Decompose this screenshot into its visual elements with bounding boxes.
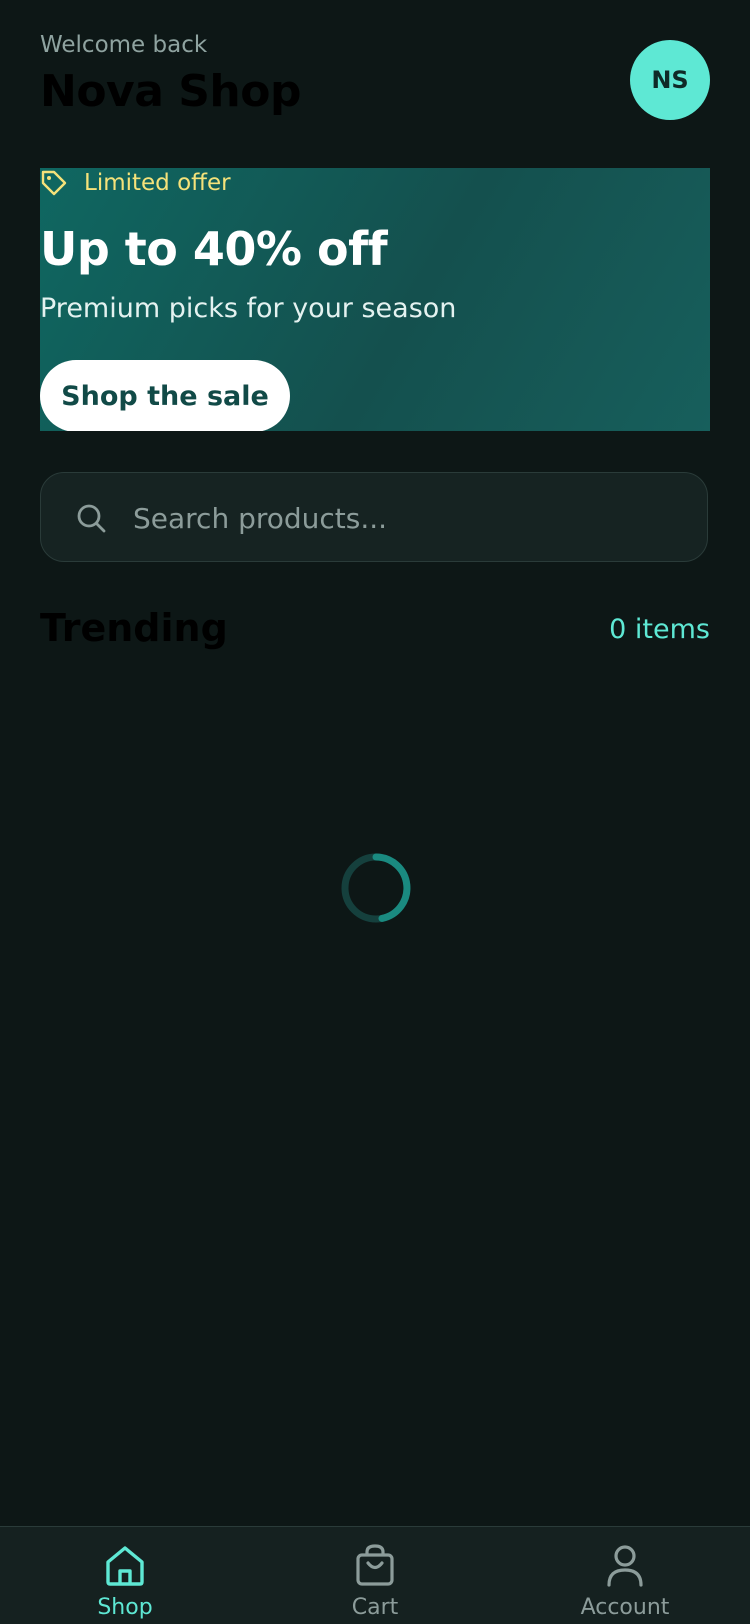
trending-item-count: 0 items xyxy=(609,614,710,645)
nav-item-account[interactable]: Account xyxy=(500,1527,750,1624)
nav-label-cart: Cart xyxy=(351,1595,399,1620)
bottom-nav: Shop Cart Account xyxy=(0,1526,750,1624)
banner-subtitle: Premium picks for your season xyxy=(40,293,457,324)
shop-sale-button[interactable]: Shop the sale xyxy=(40,360,290,431)
shopping-bag-icon xyxy=(356,1544,394,1586)
banner-title: Up to 40% off xyxy=(40,222,388,276)
greeting-text: Welcome back xyxy=(40,32,208,58)
nav-label-shop: Shop xyxy=(97,1595,153,1620)
header: Welcome back Nova Shop NS xyxy=(40,30,710,130)
loading-spinner xyxy=(341,853,411,923)
avatar[interactable]: NS xyxy=(630,40,710,120)
user-icon xyxy=(607,1545,643,1587)
offer-label: Limited offer xyxy=(84,170,231,196)
nav-label-account: Account xyxy=(580,1595,670,1620)
promo-banner: Limited offer Up to 40% off Premium pick… xyxy=(40,168,710,431)
shop-title: Nova Shop xyxy=(40,66,301,117)
nav-item-shop[interactable]: Shop xyxy=(0,1527,250,1624)
tag-icon xyxy=(41,170,67,196)
trending-title: Trending xyxy=(40,606,228,650)
nav-item-cart[interactable]: Cart xyxy=(250,1527,500,1624)
search-bar[interactable] xyxy=(40,472,708,562)
search-icon xyxy=(77,504,106,533)
home-icon xyxy=(106,1546,144,1586)
offer-badge: Limited offer xyxy=(40,168,231,198)
search-input[interactable] xyxy=(133,493,673,543)
shop-home-screen: Welcome back Nova Shop NS Limited offer … xyxy=(0,0,750,1624)
